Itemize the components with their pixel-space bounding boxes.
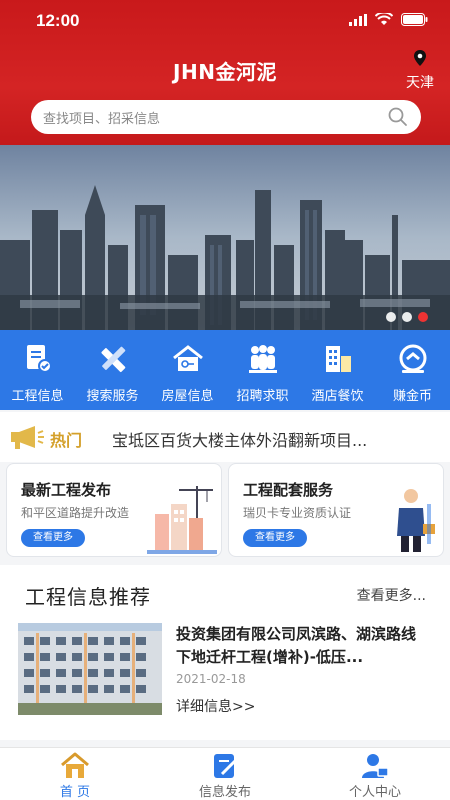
category-label: 招聘求职: [236, 389, 289, 404]
view-more-button[interactable]: 查看更多: [243, 529, 307, 547]
carousel-dot[interactable]: [402, 312, 412, 322]
project-thumbnail[interactable]: [18, 623, 162, 715]
location-label: 天津: [406, 75, 434, 91]
building-icon: [325, 346, 351, 372]
search-placeholder: 查找项目、招采信息: [43, 112, 161, 127]
latest-project-card[interactable]: 最新工程发布 和平区道路提升改造 查看更多: [6, 463, 222, 557]
nav-bar: JHN金河泥 天津: [0, 42, 450, 92]
category-engineering-info[interactable]: 工程信息: [0, 330, 75, 410]
category-label: 工程信息: [11, 389, 64, 404]
status-bar: 12:00: [0, 0, 450, 42]
category-search-service[interactable]: 搜索服务: [75, 330, 150, 410]
people-icon: [248, 345, 277, 373]
battery-icon: [401, 13, 428, 26]
project-headline[interactable]: 投资集团有限公司凤滨路、湖滨路线下地迁杆工程(增补)-低压...: [176, 623, 424, 669]
megaphone-icon: [11, 426, 44, 449]
search-input[interactable]: 查找项目、招采信息: [31, 100, 421, 134]
construction-illustration: [147, 486, 217, 554]
category-label: 房屋信息: [161, 389, 214, 404]
category-house-info[interactable]: 房屋信息: [150, 330, 225, 410]
banner-carousel[interactable]: [0, 145, 450, 330]
search-icon[interactable]: [387, 106, 409, 128]
coin-icon: [399, 344, 426, 373]
bottom-tab-bar: 首 页 信息发布 个人中心: [0, 747, 450, 800]
carousel-dot[interactable]: [386, 312, 396, 322]
home-icon: [61, 752, 89, 778]
project-date: 2021-02-18: [176, 672, 246, 686]
project-detail-link[interactable]: 详细信息>>: [176, 696, 255, 716]
card-subtitle: 和平区道路提升改造: [21, 506, 130, 520]
businessman-illustration: [397, 489, 435, 552]
wifi-icon: [375, 13, 393, 25]
header: 12:00 JHN金河泥 天津 查找项目、招采信息: [0, 0, 450, 145]
supporting-service-card[interactable]: 工程配套服务 瑞贝卡专业资质认证 查看更多: [228, 463, 444, 557]
category-earn-coins[interactable]: 赚金币: [375, 330, 450, 410]
tab-profile[interactable]: 个人中心: [300, 748, 450, 800]
house-icon: [172, 345, 203, 371]
status-icons: [349, 13, 428, 26]
pencil-ruler-icon: [100, 346, 125, 373]
hot-label: 热门: [50, 431, 83, 450]
category-recruitment[interactable]: 招聘求职: [225, 330, 300, 410]
document-edit-icon: [26, 345, 52, 373]
category-menu: 工程信息 搜索服务 房屋信息 招聘求职 酒店餐饮 赚金币: [0, 330, 450, 410]
tab-home[interactable]: 首 页: [0, 748, 150, 800]
category-label: 赚金币: [392, 389, 432, 404]
carousel-dot-active[interactable]: [418, 312, 428, 322]
location-pin-icon: [414, 50, 426, 66]
view-more-button[interactable]: 查看更多: [21, 529, 85, 547]
section-title: 工程信息推荐: [25, 585, 151, 609]
user-icon: [362, 754, 389, 778]
view-more-link[interactable]: 查看更多...: [357, 585, 426, 605]
status-time: 12:00: [36, 11, 80, 30]
card-subtitle: 瑞贝卡专业资质认证: [243, 506, 352, 520]
apartment-building-image: [18, 623, 162, 715]
category-hotel-dining[interactable]: 酒店餐饮: [300, 330, 375, 410]
hot-news-ticker[interactable]: 热门 宝坻区百货大楼主体外沿翻新项目...: [0, 412, 450, 462]
card-title: 最新工程发布: [21, 481, 112, 499]
publish-icon: [214, 754, 237, 778]
tab-label: 首 页: [59, 785, 91, 800]
category-label: 酒店餐饮: [311, 389, 364, 404]
hot-news-text[interactable]: 宝坻区百货大楼主体外沿翻新项目...: [112, 427, 367, 451]
location-selector[interactable]: 天津: [402, 50, 438, 92]
signal-icon: [349, 13, 367, 26]
category-label: 搜索服务: [86, 389, 139, 404]
tab-publish[interactable]: 信息发布: [150, 748, 300, 800]
tab-label: 信息发布: [198, 785, 251, 800]
tab-label: 个人中心: [348, 785, 401, 800]
recommendation-section: 工程信息推荐 查看更多... 投资集团有限公司凤滨路、湖滨路线下地迁杆工程(增补…: [0, 565, 450, 740]
city-skyline-image: [0, 145, 450, 330]
card-title: 工程配套服务: [243, 481, 334, 499]
carousel-indicator: [386, 312, 428, 322]
app-title: JHN金河泥: [173, 60, 277, 84]
